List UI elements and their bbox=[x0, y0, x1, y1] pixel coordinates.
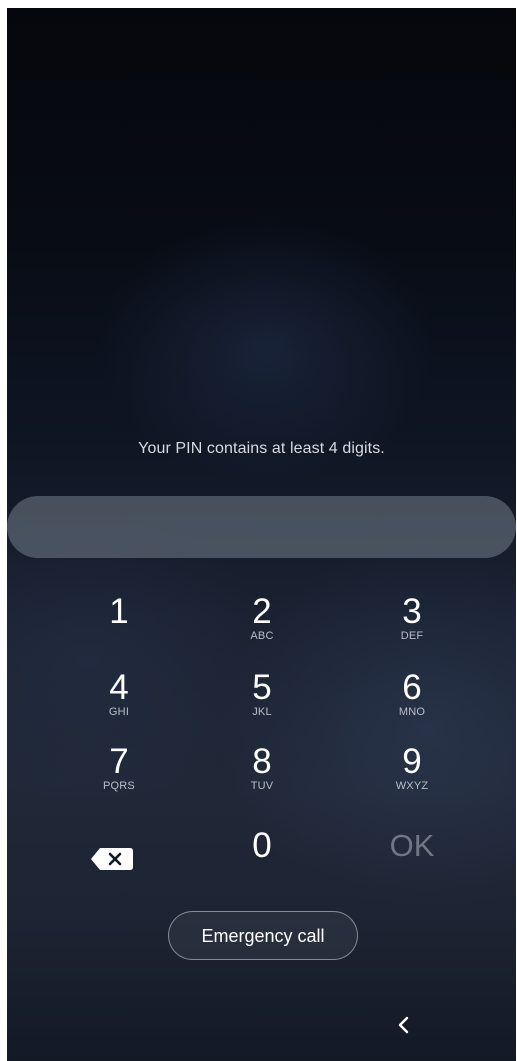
key-2-letters: ABC bbox=[250, 630, 274, 642]
key-4-digit: 4 bbox=[109, 668, 129, 707]
pin-hint: Your PIN contains at least 4 digits. bbox=[138, 440, 385, 457]
key-2[interactable]: 2 ABC bbox=[202, 593, 322, 661]
key-8[interactable]: 8 TUV bbox=[202, 743, 322, 811]
key-3-letters: DEF bbox=[400, 630, 424, 642]
key-9-digit: 9 bbox=[402, 742, 422, 781]
lock-screen: Your PIN contains at least 4 digits. 1 2… bbox=[7, 8, 516, 1061]
key-5-digit: 5 bbox=[252, 668, 272, 707]
key-8-digit: 8 bbox=[252, 742, 272, 781]
back-button[interactable] bbox=[392, 1013, 416, 1037]
emergency-call-button[interactable]: Emergency call bbox=[168, 911, 358, 960]
key-6[interactable]: 6 MNO bbox=[352, 669, 472, 737]
key-7-letters: PQRS bbox=[103, 780, 135, 792]
key-7-digit: 7 bbox=[109, 742, 129, 781]
key-6-digit: 6 bbox=[402, 668, 422, 707]
backspace-button[interactable] bbox=[89, 846, 135, 872]
key-6-letters: MNO bbox=[398, 706, 426, 718]
key-2-digit: 2 bbox=[252, 592, 272, 631]
ok-label: OK bbox=[389, 828, 435, 863]
key-5[interactable]: 5 JKL bbox=[202, 669, 322, 737]
key-9-letters: WXYZ bbox=[395, 780, 429, 792]
back-icon bbox=[398, 1016, 409, 1034]
ok-button[interactable]: OK bbox=[352, 827, 472, 895]
key-7[interactable]: 7 PQRS bbox=[59, 743, 179, 811]
key-1[interactable]: 1 bbox=[59, 593, 179, 661]
key-3-digit: 3 bbox=[402, 592, 422, 631]
key-4-letters: GHI bbox=[108, 706, 130, 718]
backspace-icon bbox=[91, 848, 133, 870]
key-4[interactable]: 4 GHI bbox=[59, 669, 179, 737]
key-0[interactable]: 0 bbox=[202, 827, 322, 895]
key-3[interactable]: 3 DEF bbox=[352, 593, 472, 661]
key-8-letters: TUV bbox=[250, 780, 274, 792]
pin-input[interactable] bbox=[7, 496, 516, 558]
key-9[interactable]: 9 WXYZ bbox=[352, 743, 472, 811]
key-0-digit: 0 bbox=[252, 826, 272, 865]
key-1-digit: 1 bbox=[109, 592, 129, 631]
key-5-letters: JKL bbox=[252, 706, 272, 718]
